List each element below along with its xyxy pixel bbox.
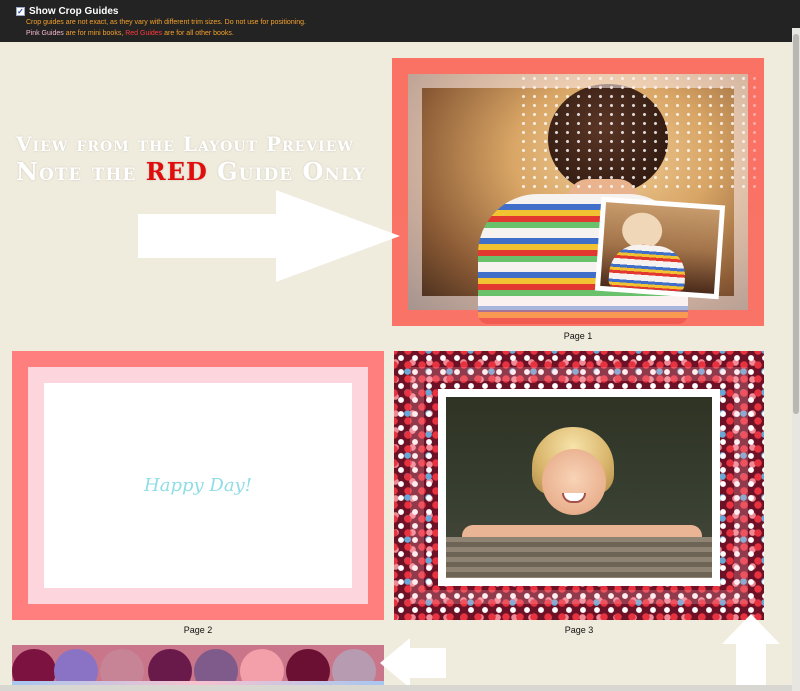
pink-guides-label: Pink Guides [26,30,64,37]
crop-guides-note: Crop guides are not exact, as they vary … [26,19,307,26]
page-3-photo [446,397,712,578]
happy-day-text: Happy Day! [144,475,252,496]
vertical-scrollbar[interactable] [792,28,800,691]
page-3-label: Page 3 [564,625,594,635]
page-1-thumbnail[interactable] [392,58,764,326]
page-2-label: Page 2 [183,625,213,635]
page-1-label: Page 1 [563,331,593,341]
photo-frame [438,389,720,586]
page-2-thumbnail[interactable]: Happy Day! [12,351,384,620]
crop-guides-toggle[interactable]: ✓ Show Crop Guides [16,6,800,17]
annotation-text: View from the Layout Preview Note the RE… [16,130,396,186]
annotation-line-2: Note the RED Guide Only [16,158,396,186]
crop-guides-bar: ✓ Show Crop Guides Crop guides are not e… [0,0,800,42]
right-arrow-icon [138,190,400,282]
up-arrow-icon [722,614,780,691]
left-arrow-icon [380,638,446,688]
checkbox-checked-icon[interactable]: ✓ [16,7,25,16]
annotation-line-1: View from the Layout Preview [16,132,355,156]
crop-guides-title[interactable]: Show Crop Guides [29,6,118,17]
inset-photo [594,196,726,300]
red-guides-label: Red Guides [125,30,163,37]
horizontal-scrollbar[interactable] [0,685,792,691]
annotation-line-2-suffix: Guide Only [207,157,366,186]
wooden-dock [446,537,712,578]
page-2-content: Happy Day! [44,383,352,588]
page-3-thumbnail[interactable] [394,351,764,620]
guides-legend: Pink Guides are for mini books, Red Guid… [16,28,800,39]
pink-guides-desc: are for mini books, [63,30,126,37]
annotation-highlight: RED [145,157,208,186]
child-face [542,449,606,515]
annotation-line-2-prefix: Note the [16,157,146,186]
red-guides-desc: are for all other books. [162,30,234,37]
scrollbar-thumb[interactable] [793,34,799,414]
